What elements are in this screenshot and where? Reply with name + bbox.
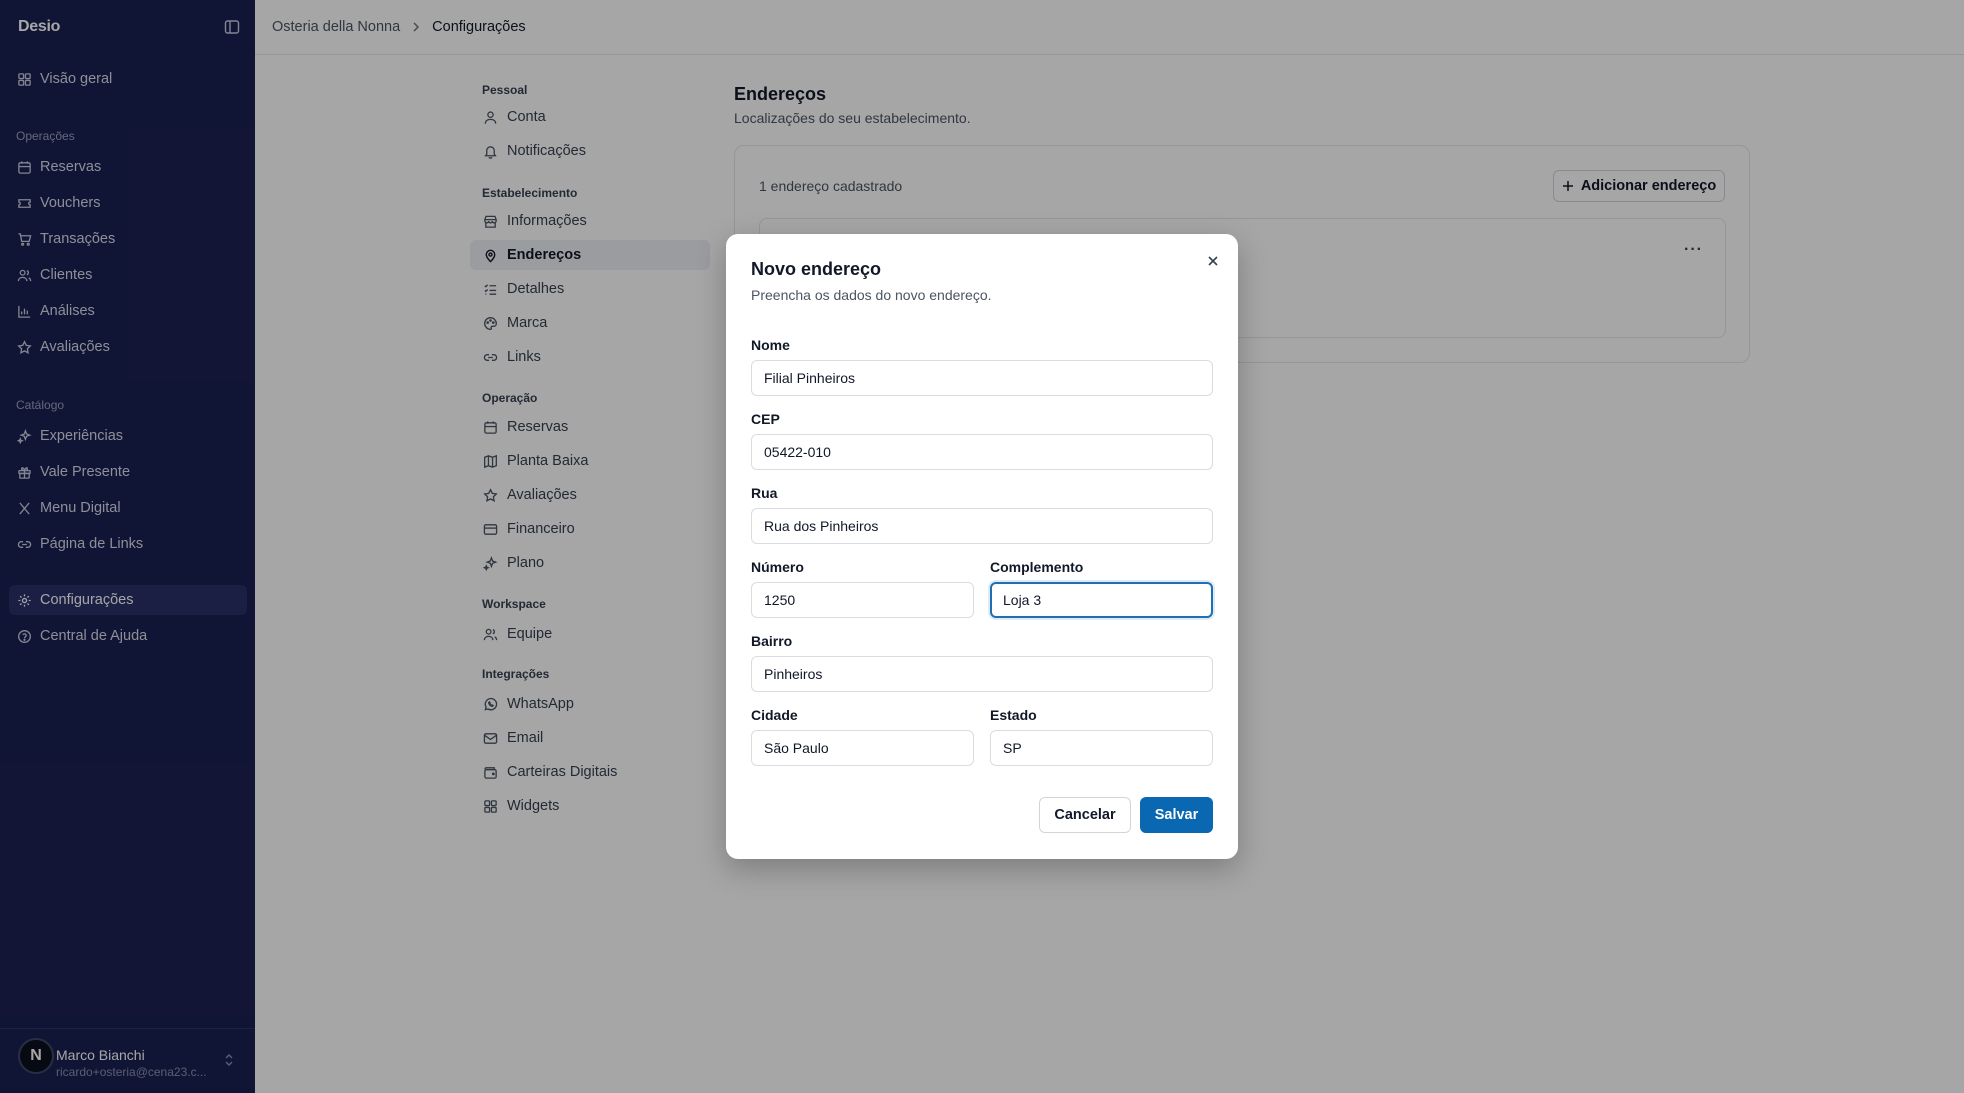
nome-field[interactable] xyxy=(751,360,1213,396)
estado-label: Estado xyxy=(990,707,1037,723)
complemento-label: Complemento xyxy=(990,559,1084,575)
dialog-title: Novo endereço xyxy=(751,259,882,279)
cancel-button[interactable]: Cancelar xyxy=(1039,797,1131,833)
cidade-field[interactable] xyxy=(751,730,974,766)
cep-field[interactable] xyxy=(751,434,1213,470)
bairro-field[interactable] xyxy=(751,656,1213,692)
save-button[interactable]: Salvar xyxy=(1140,797,1213,833)
bairro-label: Bairro xyxy=(751,633,793,649)
complemento-field[interactable] xyxy=(990,582,1213,618)
new-address-dialog: Novo endereço Preencha os dados do novo … xyxy=(726,234,1238,859)
cidade-label: Cidade xyxy=(751,707,798,723)
rua-field[interactable] xyxy=(751,508,1213,544)
dialog-description: Preencha os dados do novo endereço. xyxy=(751,287,992,303)
nome-label: Nome xyxy=(751,337,790,353)
estado-field[interactable] xyxy=(990,730,1213,766)
close-icon[interactable] xyxy=(1206,254,1220,268)
rua-label: Rua xyxy=(751,485,778,501)
cep-label: CEP xyxy=(751,411,780,427)
numero-label: Número xyxy=(751,559,804,575)
numero-field[interactable] xyxy=(751,582,974,618)
